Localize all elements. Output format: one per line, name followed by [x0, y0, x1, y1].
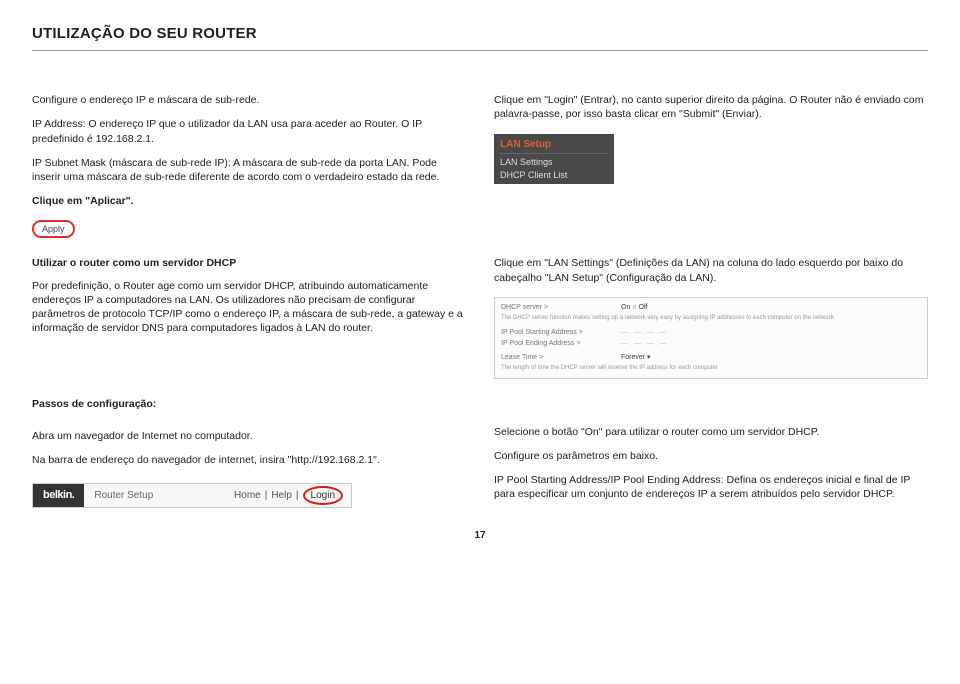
- apply-highlight-icon: Apply: [32, 220, 75, 238]
- belkin-header-mock: belkin. Router Setup Home | Help | Login: [32, 483, 352, 508]
- lan-setup-heading: LAN Setup: [500, 138, 608, 155]
- s1-right-p1: Clique em "Login" (Entrar), no canto sup…: [494, 93, 928, 121]
- section-2-left: Utilizar o router como um servidor DHCP …: [32, 256, 466, 378]
- dhcp-client-list-item: DHCP Client List: [500, 169, 608, 181]
- ip-end-label: IP Pool Ending Address >: [501, 338, 591, 349]
- lan-setup-nav-mock: LAN Setup LAN Settings DHCP Client List: [494, 134, 614, 185]
- s1-left-p4: Clique em "Aplicar".: [32, 194, 466, 208]
- section-1-right: Clique em "Login" (Entrar), no canto sup…: [494, 93, 928, 238]
- lease-label: Lease Time >: [501, 352, 591, 363]
- dhcp-desc: The DHCP server function makes setting u…: [501, 314, 921, 324]
- section-2-right: Clique em "LAN Settings" (Definições da …: [494, 256, 928, 378]
- s1-left-p2: IP Address: O endereço IP que o utilizad…: [32, 117, 466, 145]
- s3-right-p2: Configure os parâmetros em baixo.: [494, 449, 928, 463]
- section-2: Utilizar o router como um servidor DHCP …: [32, 256, 928, 378]
- s3-left-p1: Abra um navegador de Internet no computa…: [32, 429, 466, 443]
- s3-right-p1: Selecione o botão "On" para utilizar o r…: [494, 425, 928, 439]
- dhcp-server-label: DHCP server >: [501, 302, 591, 313]
- apply-button-mock: Apply: [32, 218, 466, 238]
- section-1: Configure o endereço IP e máscara de sub…: [32, 93, 928, 238]
- home-link: Home: [234, 489, 261, 503]
- s2-left-p1: Por predefinição, o Router age como um s…: [32, 279, 466, 336]
- belkin-right-links: Home | Help | Login: [234, 486, 351, 506]
- ip-start-label: IP Pool Starting Address >: [501, 327, 591, 338]
- section-3-right: Selecione o botão "On" para utilizar o r…: [494, 397, 928, 512]
- section-1-left: Configure o endereço IP e máscara de sub…: [32, 93, 466, 238]
- config-steps-heading: Passos de configuração:: [32, 397, 466, 411]
- dhcp-server-value: On ○ Off: [621, 302, 648, 313]
- dhcp-settings-mock: DHCP server > On ○ Off The DHCP server fu…: [494, 297, 928, 379]
- lease-value: Forever ▾: [621, 352, 651, 363]
- login-highlight-icon: Login: [303, 486, 343, 506]
- s2-right-p1: Clique em "LAN Settings" (Definições da …: [494, 256, 928, 284]
- s1-left-p3: IP Subnet Mask (máscara de sub-rede IP):…: [32, 156, 466, 184]
- s3-right-p3: IP Pool Starting Address/IP Pool Ending …: [494, 473, 928, 501]
- lan-settings-item: LAN Settings: [500, 156, 608, 168]
- title-divider: [32, 50, 928, 51]
- page-number: 17: [32, 529, 928, 543]
- section-3-left: Passos de configuração: Abra um navegado…: [32, 397, 466, 512]
- dhcp-section-heading: Utilizar o router como um servidor DHCP: [32, 256, 466, 270]
- router-setup-label: Router Setup: [84, 489, 234, 503]
- section-3: Passos de configuração: Abra um navegado…: [32, 397, 928, 512]
- s3-left-p2: Na barra de endereço do navegador de int…: [32, 453, 466, 467]
- s1-left-p1: Configure o endereço IP e máscara de sub…: [32, 93, 466, 107]
- belkin-logo: belkin.: [33, 484, 84, 507]
- page-title: UTILIZAÇÃO DO SEU ROUTER: [32, 24, 928, 44]
- help-link: Help: [271, 489, 292, 503]
- lease-desc: The length of time the DHCP server will …: [501, 364, 921, 374]
